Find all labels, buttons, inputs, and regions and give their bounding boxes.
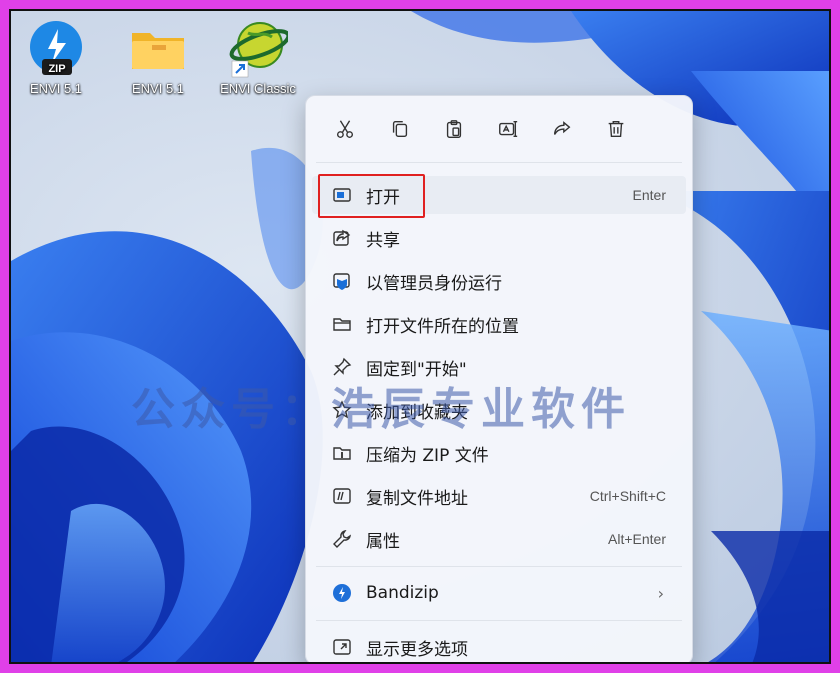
chevron-right-icon: ›	[657, 583, 664, 603]
scissors-icon	[336, 120, 354, 138]
desktop-icon-label: ENVI 5.1	[29, 81, 83, 96]
menu-item-compress-zip[interactable]: 压缩为 ZIP 文件	[312, 434, 686, 472]
desktop-icon-label: ENVI 5.1	[131, 81, 185, 96]
menu-item-bandizip[interactable]: Bandizip ›	[312, 574, 686, 612]
folder-icon	[128, 19, 188, 79]
menu-item-label: Bandizip	[366, 583, 439, 603]
desktop-icon-label: ENVI Classic	[220, 81, 296, 96]
delete-button[interactable]	[603, 116, 629, 142]
wrench-icon	[330, 527, 354, 551]
bandizip-icon	[330, 581, 354, 605]
share-icon	[553, 121, 571, 135]
menu-separator	[316, 620, 682, 621]
svg-text:ZIP: ZIP	[48, 63, 65, 75]
menu-item-shortcut: Enter	[632, 187, 666, 203]
menu-separator	[316, 162, 682, 163]
menu-item-label: 显示更多选项	[366, 639, 468, 660]
paste-icon	[446, 120, 462, 138]
menu-item-label: 以管理员身份运行	[366, 273, 502, 294]
copy-icon	[392, 120, 408, 138]
copy-button[interactable]	[387, 116, 413, 142]
globe-shortcut-icon	[228, 19, 291, 79]
copy-path-icon	[330, 484, 354, 508]
menu-item-properties[interactable]: 属性 Alt+Enter	[312, 520, 686, 558]
menu-item-label: 压缩为 ZIP 文件	[366, 445, 489, 466]
desktop-icon-envi-zip[interactable]: ZIP ENVI 5.1	[15, 19, 97, 96]
menu-item-label: 共享	[366, 230, 400, 251]
menu-item-label: 打开文件所在的位置	[366, 316, 519, 337]
context-menu-toolbar	[306, 96, 692, 160]
menu-item-share[interactable]: 共享	[312, 219, 686, 257]
paste-button[interactable]	[441, 116, 467, 142]
menu-item-shortcut: Ctrl+Shift+C	[589, 488, 666, 504]
menu-item-copy-path[interactable]: 复制文件地址 Ctrl+Shift+C	[312, 477, 686, 515]
menu-item-label: 属性	[366, 531, 400, 552]
desktop-frame: ZIP ENVI 5.1 ENVI 5.1 ENVI Classic 打开 En…	[9, 9, 831, 664]
rename-icon	[499, 120, 518, 138]
more-options-icon	[330, 635, 354, 659]
menu-item-open-file-location[interactable]: 打开文件所在的位置	[312, 305, 686, 343]
share-button[interactable]	[549, 116, 575, 142]
admin-shield-icon	[330, 269, 354, 293]
highlight-box	[318, 174, 425, 218]
zip-icon	[330, 441, 354, 465]
menu-separator	[316, 566, 682, 567]
zip-app-icon: ZIP	[26, 19, 86, 79]
desktop-icon-envi-classic[interactable]: ENVI Classic	[217, 19, 299, 96]
cut-button[interactable]	[332, 116, 358, 142]
share-icon	[330, 226, 354, 250]
menu-item-label: 复制文件地址	[366, 488, 468, 509]
menu-item-run-as-admin[interactable]: 以管理员身份运行	[312, 262, 686, 300]
menu-item-shortcut: Alt+Enter	[608, 531, 666, 547]
watermark-text: 公众号：浩辰专业软件	[131, 384, 631, 435]
trash-icon	[608, 120, 624, 138]
desktop-icon-envi-folder[interactable]: ENVI 5.1	[117, 19, 199, 96]
menu-item-show-more-options[interactable]: 显示更多选项	[312, 628, 686, 662]
rename-button[interactable]	[495, 116, 521, 142]
folder-icon	[330, 312, 354, 336]
